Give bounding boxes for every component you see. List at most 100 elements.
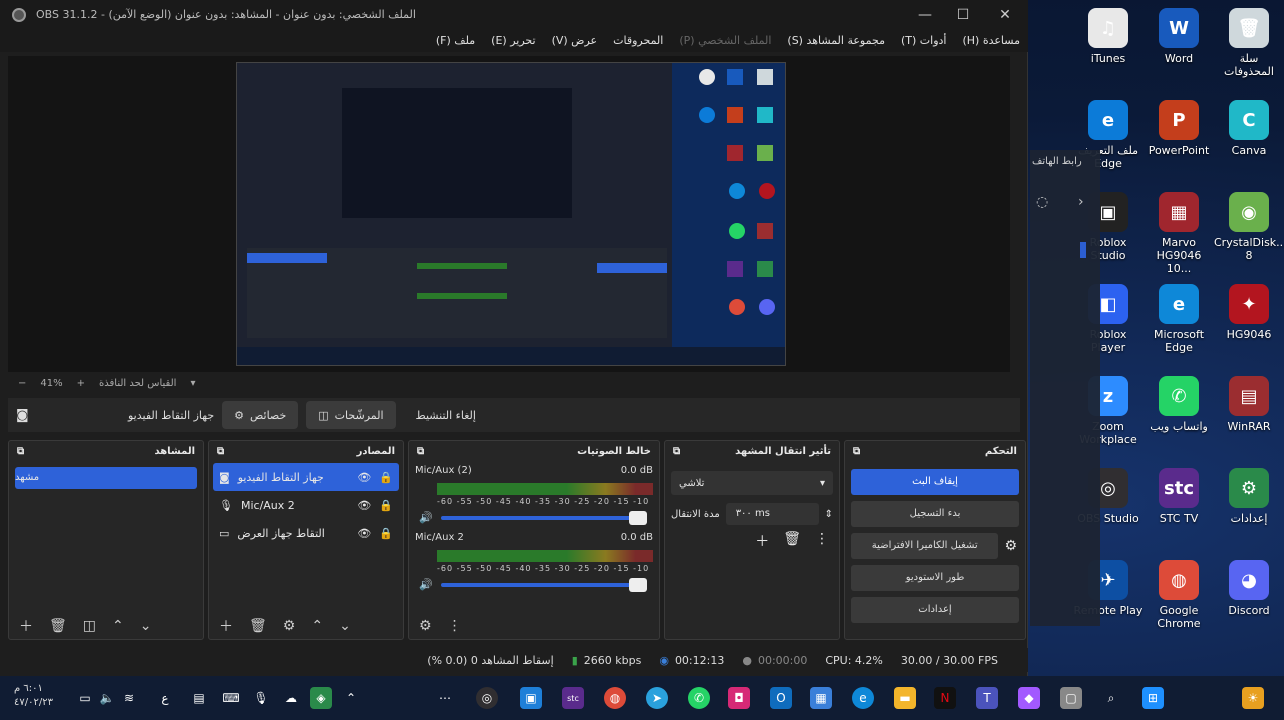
virtual-camera-button[interactable]: تشغيل الكاميرا الافتراضية <box>851 533 999 559</box>
desktop-icon[interactable]: stc STC TV <box>1144 468 1214 525</box>
chevron-down-icon[interactable]: ▾ <box>190 378 195 389</box>
phone-link-panel[interactable]: رابط الهاتف ◌ › <box>1030 150 1100 626</box>
desktop-icon[interactable]: ✆ واتساب ويب <box>1144 376 1214 433</box>
store-taskbar-icon[interactable]: ▦ <box>810 687 832 709</box>
lock-icon[interactable]: 🔒 <box>379 527 393 540</box>
stepper-icon[interactable]: ⇕ <box>825 509 833 520</box>
folder-taskbar-icon[interactable]: ▬ <box>894 687 916 709</box>
source-item-mic-aux[interactable]: 🎙 Mic/Aux 2 👁 🔒 <box>213 491 399 519</box>
language-icon[interactable]: ع <box>154 687 176 709</box>
teams-taskbar-icon[interactable]: T <box>976 687 998 709</box>
volume-slider-knob[interactable] <box>628 577 647 592</box>
obs-taskbar-icon[interactable]: ◎ <box>476 687 498 709</box>
desktop-icon[interactable]: ▤ WinRAR <box>1214 376 1284 433</box>
stc-tv-taskbar-icon[interactable]: stc <box>562 687 584 709</box>
widgets-icon[interactable]: ☀ <box>1242 687 1264 709</box>
menu-item[interactable]: مجموعة المشاهد (S) <box>779 30 893 52</box>
chevron-right-icon[interactable]: › <box>1078 194 1084 210</box>
transition-type-select[interactable]: تلاشي ▾ <box>671 471 833 495</box>
shield-icon[interactable]: ◈ <box>310 687 332 709</box>
close-icon[interactable]: ✕ <box>990 4 1020 26</box>
scene-filter-icon[interactable]: ◫ <box>83 618 96 634</box>
instagram-taskbar-icon[interactable]: ◘ <box>728 687 750 709</box>
more-options-icon[interactable]: ⋮ <box>448 618 462 634</box>
maximize-icon[interactable]: ☐ <box>948 4 978 26</box>
wifi-icon[interactable]: ≋ <box>118 687 140 709</box>
move-up-icon[interactable]: ⌃ <box>112 618 124 634</box>
taskview-taskbar-icon[interactable]: ▢ <box>1060 687 1082 709</box>
desktop-icon[interactable]: ⚙ إعدادات <box>1214 468 1284 525</box>
deactivate-button[interactable]: إلغاء التنشيط <box>404 401 488 429</box>
menu-item[interactable]: تحرير (E) <box>483 30 543 52</box>
more-options-icon[interactable]: ⋮ <box>815 531 829 551</box>
whatsapp-taskbar-icon[interactable]: ✆ <box>688 687 710 709</box>
chrome-taskbar-icon[interactable]: ◍ <box>604 687 626 709</box>
duration-input[interactable]: ٣٠٠ ms <box>725 503 819 525</box>
zoom-in-button[interactable]: + <box>77 378 85 389</box>
lock-icon[interactable]: 🔒 <box>379 499 393 512</box>
minimize-icon[interactable]: — <box>910 4 940 26</box>
dock-float-icon[interactable]: ⧉ <box>673 441 680 463</box>
desktop-icon[interactable]: ◍ Google Chrome <box>1144 560 1214 630</box>
cloud-icon[interactable]: ☁ <box>280 687 302 709</box>
desktop-icon[interactable]: C Canva <box>1214 100 1284 157</box>
move-down-icon[interactable]: ⌄ <box>140 618 152 634</box>
netflix-taskbar-icon[interactable]: N <box>934 687 956 709</box>
volume-icon[interactable]: 🔈 <box>96 687 118 709</box>
gear-icon[interactable]: ⚙ <box>1004 538 1017 554</box>
volume-slider[interactable] <box>440 577 647 592</box>
add-transition-icon[interactable]: ＋ <box>755 531 769 551</box>
source-item-display-capture[interactable]: ▭ التقاط جهاز العرض 👁 🔒 <box>213 519 399 547</box>
scene-item[interactable]: مشهد <box>15 467 197 489</box>
keyboard-icon[interactable]: ⌨ <box>220 687 242 709</box>
desktop-icon[interactable]: ◕ Discord <box>1214 560 1284 617</box>
desktop-icon[interactable]: ◉ CrystalDisk... 8 <box>1214 192 1284 262</box>
search-icon[interactable]: ⌕ <box>1100 687 1122 709</box>
desktop-icon[interactable]: ♫ iTunes <box>1073 8 1143 65</box>
microphone-icon[interactable]: 🎙 <box>250 687 272 709</box>
source-settings-icon[interactable]: ⚙ <box>283 618 296 634</box>
start-recording-button[interactable]: بدء التسجيل <box>851 501 1019 527</box>
remove-transition-icon[interactable]: 🗑 <box>783 531 801 551</box>
desktop-icon[interactable]: ▦ Marvo HG9046 10... <box>1144 192 1214 275</box>
zoom-level[interactable]: 41% <box>40 378 62 389</box>
dock-float-icon[interactable]: ⧉ <box>417 441 424 463</box>
dock-float-icon[interactable]: ⧉ <box>17 441 24 463</box>
add-scene-icon[interactable]: ＋ <box>19 616 33 636</box>
speaker-icon[interactable]: 🔊 <box>419 511 433 524</box>
volume-slider-knob[interactable] <box>628 510 647 525</box>
filters-button[interactable]: ◫ المرشّحات <box>306 401 396 429</box>
remove-scene-icon[interactable]: 🗑 <box>49 618 67 634</box>
clock[interactable]: ٦:٠١ م ٤٧/٠٢/٢٣ <box>14 682 53 710</box>
eye-icon[interactable]: 👁 <box>357 471 371 484</box>
add-source-icon[interactable]: ＋ <box>219 616 233 636</box>
stop-streaming-button[interactable]: إيقاف البث <box>851 469 1019 495</box>
battery-icon[interactable]: ▭ <box>74 687 96 709</box>
menu-item[interactable]: عرض (V) <box>544 30 606 52</box>
desktop-icon[interactable]: 🗑 سلة المحذوفات <box>1214 8 1284 78</box>
edge-taskbar-icon[interactable]: e <box>852 687 874 709</box>
move-up-icon[interactable]: ⌃ <box>311 618 323 634</box>
more-icon[interactable]: ⋯ <box>434 687 456 709</box>
desktop-icon[interactable]: P PowerPoint <box>1144 100 1214 157</box>
desktop-icon[interactable]: e Microsoft Edge <box>1144 284 1214 354</box>
studio-mode-button[interactable]: طور الاستوديو <box>851 565 1019 591</box>
source-item-video-capture[interactable]: ◙ جهاز التقاط الفيديو 👁 🔒 <box>213 463 399 491</box>
chevron-up-icon[interactable]: ⌃ <box>340 687 362 709</box>
chat-icon[interactable]: ◌ <box>1036 194 1048 210</box>
menu-item[interactable]: الملف الشخصي (P) <box>671 30 779 52</box>
eye-icon[interactable]: 👁 <box>357 499 371 512</box>
windows-start-icon[interactable]: ⊞ <box>1142 687 1164 709</box>
dock-float-icon[interactable]: ⧉ <box>853 441 860 463</box>
eye-icon[interactable]: 👁 <box>357 527 371 540</box>
properties-button[interactable]: ⚙ خصائص <box>222 401 299 429</box>
display-icon[interactable]: ▤ <box>188 687 210 709</box>
menu-item[interactable]: أدوات (T) <box>893 30 955 52</box>
outlook-taskbar-icon[interactable]: O <box>770 687 792 709</box>
copilot-taskbar-icon[interactable]: ◆ <box>1018 687 1040 709</box>
zoom-out-button[interactable]: − <box>18 378 26 389</box>
desktop-icon[interactable]: ✦ HG9046 <box>1214 284 1284 341</box>
dock-float-icon[interactable]: ⧉ <box>217 441 224 463</box>
speaker-icon[interactable]: 🔊 <box>419 578 433 591</box>
menu-item[interactable]: ملف (F) <box>428 30 483 52</box>
